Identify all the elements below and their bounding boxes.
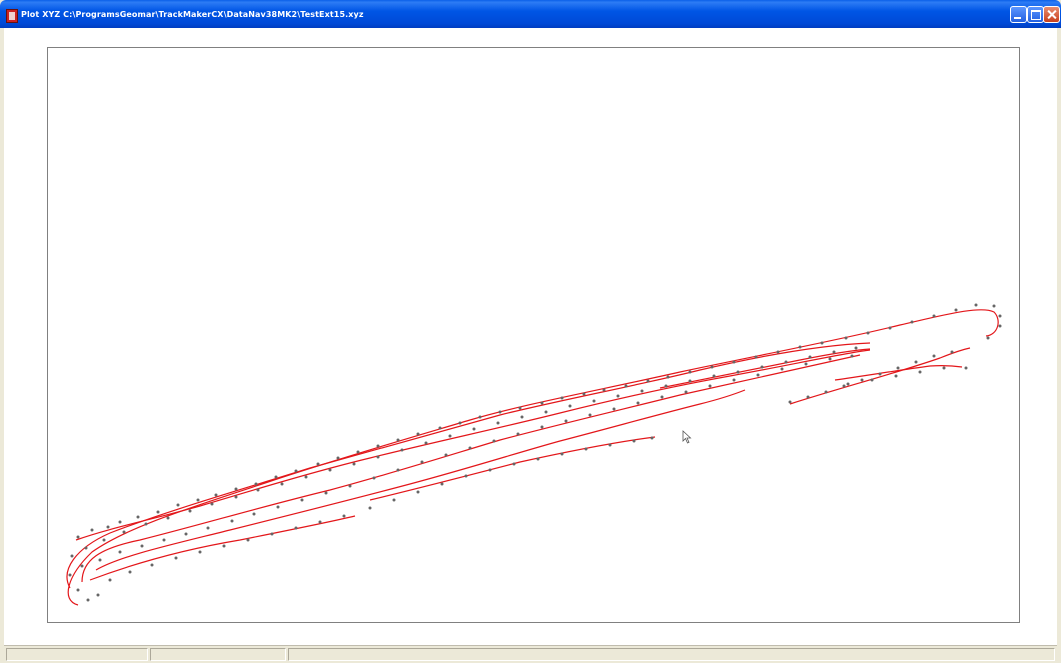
track-line-5	[95, 389, 746, 571]
track-line-7	[369, 436, 656, 501]
track-line-1	[67, 309, 999, 606]
status-panel-2	[150, 648, 286, 661]
status-panel-3	[288, 648, 1055, 661]
status-bar	[4, 645, 1057, 663]
track-lines	[66, 309, 999, 606]
track-line-3	[75, 349, 871, 541]
plot-canvas	[66, 303, 1002, 606]
status-panel-1	[6, 648, 148, 661]
sounding-points	[68, 303, 1002, 602]
mouse-cursor-icon	[682, 430, 692, 444]
